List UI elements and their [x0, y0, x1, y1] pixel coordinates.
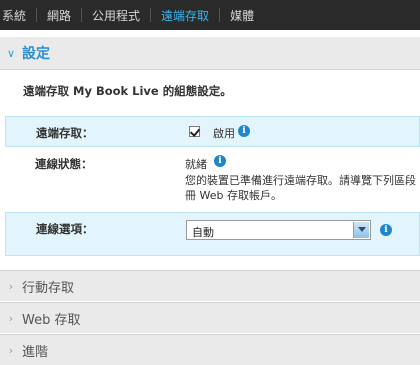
- info-icon[interactable]: i: [214, 155, 226, 167]
- connection-options-label: 連線選項：: [36, 222, 94, 236]
- nav-divider: [150, 8, 152, 22]
- chevron-right-icon: ›: [8, 311, 14, 325]
- connection-status-label: 連線狀態：: [35, 157, 93, 171]
- nav-item-system[interactable]: 系統: [2, 7, 26, 24]
- nav-item-utilities[interactable]: 公用程式: [92, 7, 140, 24]
- settings-title: 設定: [22, 46, 50, 62]
- connection-status-value: 就緒: [185, 158, 207, 171]
- nav-item-remote-access[interactable]: 遠端存取: [161, 7, 209, 24]
- connection-status-detail-cont: 冊 Web 存取帳戶。: [185, 189, 282, 202]
- connection-status-detail: 您的裝置已準備進行遠端存取。請導覽下列區段: [185, 174, 416, 187]
- info-icon[interactable]: i: [380, 224, 392, 236]
- chevron-right-icon: ›: [8, 279, 14, 293]
- checkmark-icon: [189, 126, 201, 137]
- chevron-down-icon: [358, 227, 366, 232]
- nav-divider: [36, 8, 38, 22]
- remote-access-label: 遠端存取：: [36, 126, 94, 140]
- advanced-section[interactable]: › 進階: [0, 334, 420, 365]
- settings-section-header[interactable]: ∨ 設定: [0, 37, 420, 70]
- nav-divider: [219, 8, 221, 22]
- section-title: 進階: [22, 344, 49, 360]
- connection-options-select[interactable]: 自動: [186, 220, 371, 240]
- remote-access-row: 遠端存取： 啟用 i: [5, 116, 420, 147]
- settings-description: 遠端存取 My Book Live 的組態設定。: [23, 84, 232, 98]
- dropdown-button[interactable]: [353, 222, 369, 238]
- connection-options-row: 連線選項： 自動 i: [5, 212, 420, 256]
- nav-divider: [81, 8, 83, 22]
- nav-item-network[interactable]: 網路: [47, 7, 71, 24]
- chevron-right-icon: ›: [8, 343, 14, 357]
- connection-options-value: 自動: [192, 226, 214, 239]
- enable-label: 啟用: [213, 127, 235, 140]
- section-title: Web 存取: [22, 312, 81, 328]
- remote-access-checkbox[interactable]: [189, 126, 201, 137]
- section-title: 行動存取: [22, 280, 75, 296]
- info-icon[interactable]: i: [238, 125, 250, 137]
- web-access-section[interactable]: › Web 存取: [0, 302, 420, 333]
- top-nav: 系統 網路 公用程式 遠端存取 媒體: [0, 0, 420, 30]
- nav-item-media[interactable]: 媒體: [230, 7, 254, 24]
- connection-status-row: 連線狀態： 就緒 i 您的裝置已準備進行遠端存取。請導覽下列區段 冊 Web 存…: [5, 148, 420, 208]
- chevron-down-icon: ∨: [6, 46, 16, 60]
- mobile-access-section[interactable]: › 行動存取: [0, 270, 420, 301]
